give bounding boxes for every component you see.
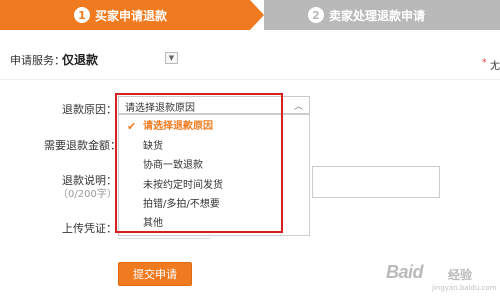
upload-area[interactable] (118, 238, 210, 242)
reason-option-label: 其他 (143, 218, 163, 229)
watermark-brand: Baid (386, 262, 424, 282)
step-arrow (250, 0, 264, 30)
checkmark-icon: ✔ (127, 120, 137, 133)
required-mark: * (482, 58, 487, 68)
chevron-up-icon: ︿ (293, 102, 303, 112)
side-note-text: 尢 (490, 61, 500, 72)
reason-label: 退款原因： (62, 103, 117, 116)
amount-label: 需要退款金额：* (44, 137, 129, 153)
upload-proof-label: 上传凭证： (62, 222, 117, 235)
reason-option-label: 缺货 (143, 141, 163, 152)
step-label-2: 卖家处理退款申请 (329, 8, 426, 23)
chevron-down-icon[interactable]: ▼ (165, 52, 178, 64)
reason-option[interactable]: 协商一致退款 (119, 157, 309, 175)
service-value: 仅退款 (62, 53, 99, 67)
service-label: 申请服务： (10, 54, 65, 67)
refund-reason-dropdown: ✔ 请选择退款原因 缺货 协商一致退款 未按约定时间发货 拍错/多拍/不想要 其… (118, 114, 310, 236)
watermark: Baid 经验 jingyan.baidu.com (368, 258, 497, 298)
watermark-cn: 经验 (448, 268, 473, 282)
reason-option[interactable]: 未按约定时间发货 (119, 177, 309, 195)
amount-label-text: 需要退款金额： (44, 139, 121, 152)
reason-option-label: 协商一致退款 (143, 160, 203, 171)
submit-refund-button[interactable]: 提交申请 (118, 262, 192, 286)
step-number-1: 1 (74, 7, 90, 23)
refund-reason-value: 请选择退款原因 (125, 103, 195, 114)
description-char-count: （0/200字） (58, 189, 117, 200)
reason-option[interactable]: 拍错/多拍/不想要 (119, 196, 309, 214)
refund-description-input[interactable] (312, 166, 440, 198)
reason-option-label: 未按约定时间发货 (143, 180, 223, 191)
step-seller-process: 2 卖家处理退款申请 (264, 0, 500, 30)
watermark-url: jingyan.baidu.com (432, 284, 497, 292)
refund-reason-select[interactable]: 请选择退款原因 ︿ (118, 96, 310, 114)
reason-option[interactable]: ✔ 请选择退款原因 (119, 118, 309, 136)
step-label-1: 买家申请退款 (95, 8, 168, 23)
reason-option-label: 请选择退款原因 (143, 121, 213, 132)
reason-option[interactable]: 其他 (119, 215, 309, 233)
divider (0, 79, 500, 80)
step-apply-refund: 1 买家申请退款 (0, 0, 250, 30)
reason-option-label: 拍错/多拍/不想要 (143, 199, 220, 210)
progress-steps: 1 买家申请退款 2 卖家处理退款申请 (0, 0, 500, 30)
step-number-2: 2 (308, 7, 324, 23)
reason-option[interactable]: 缺货 (119, 138, 309, 156)
